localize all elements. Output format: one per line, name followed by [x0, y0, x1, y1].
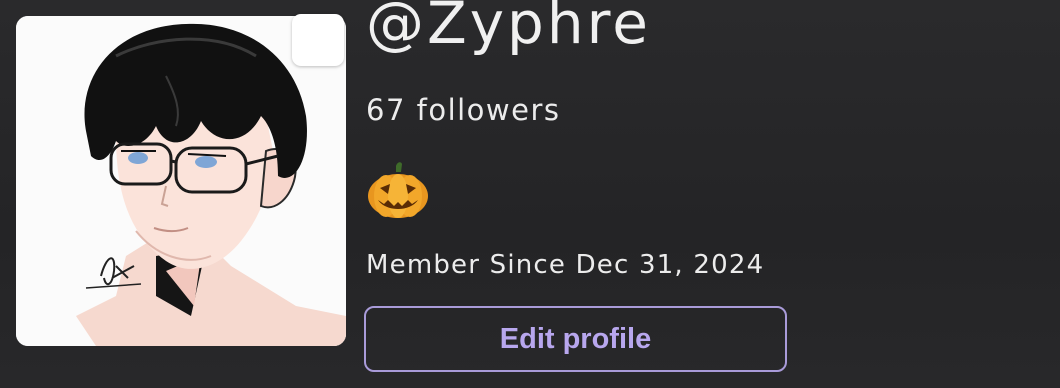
edit-profile-button[interactable]: Edit profile — [364, 306, 787, 372]
username: @Zyphre — [366, 0, 651, 57]
avatar-illustration — [16, 16, 346, 346]
profile-card: @Zyphre 67 followers Member Since Dec 31… — [0, 0, 1060, 388]
avatar[interactable] — [16, 16, 346, 346]
followers-count[interactable]: 67 followers — [366, 93, 561, 127]
jack-o-lantern-icon — [366, 160, 430, 220]
avatar-overlay-badge — [292, 14, 344, 66]
member-since: Member Since Dec 31, 2024 — [366, 250, 765, 280]
